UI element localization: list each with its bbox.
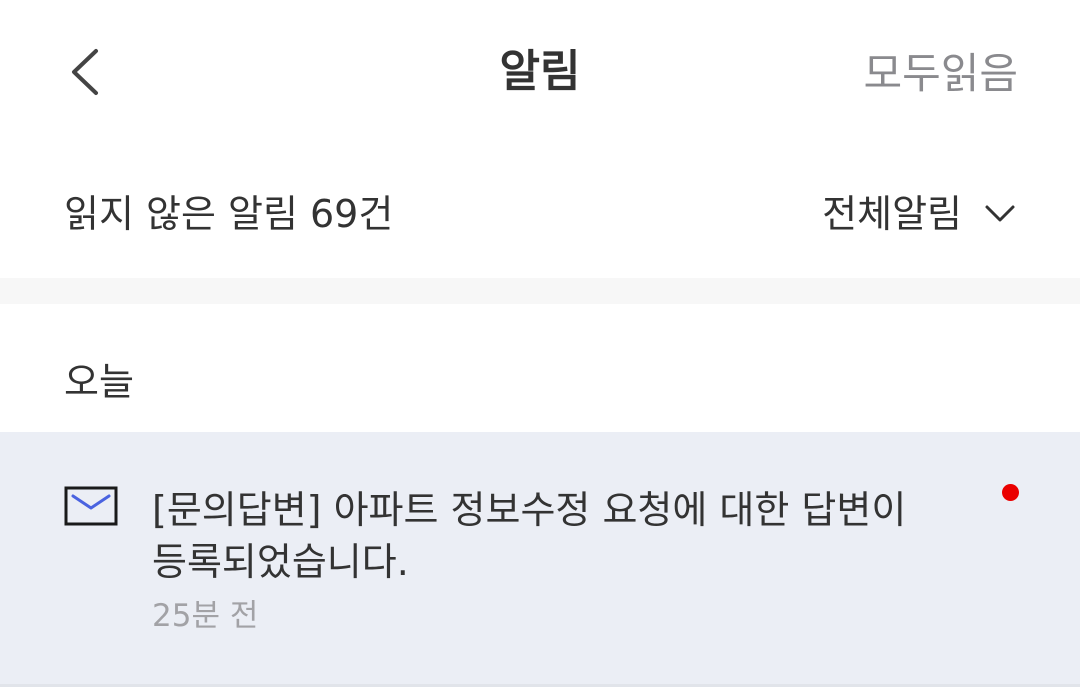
- summary-row: 읽지 않은 알림 69건 전체알림: [0, 176, 1080, 252]
- section-title-today: 오늘: [64, 360, 134, 404]
- unread-dot: [1002, 484, 1019, 501]
- header-bar: 알림 모두읽음: [0, 0, 1080, 140]
- unread-count-label: 읽지 않은 알림 69건: [64, 192, 394, 236]
- section-divider: [0, 278, 1080, 304]
- filter-label: 전체알림: [822, 192, 962, 236]
- filter-dropdown[interactable]: 전체알림: [822, 188, 1016, 240]
- notification-divider: [0, 684, 1080, 687]
- chevron-down-icon: [984, 202, 1016, 226]
- notification-message: [문의답변] 아파트 정보수정 요청에 대한 답변이 등록되었습니다.: [152, 488, 907, 584]
- read-all-button[interactable]: 모두읽음: [863, 48, 1018, 100]
- mail-icon: [64, 486, 118, 526]
- notification-time: 25분 전: [152, 598, 259, 634]
